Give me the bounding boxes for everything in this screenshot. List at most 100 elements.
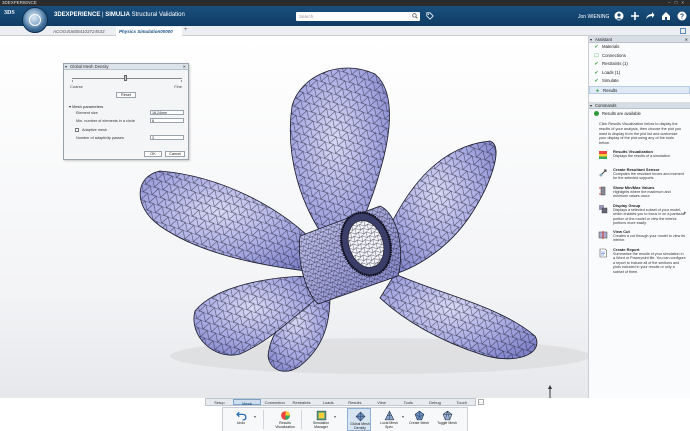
bottom-action-area: Setup Mesh Connection Restraints Loads R…: [0, 398, 690, 431]
action-bar: Undo ▾ Results Visualization Simulation …: [222, 407, 468, 431]
assistant-item-restraints[interactable]: ✔ Restraints (1): [589, 60, 690, 69]
app-title: 3DEXPERIENCE | SIMULIA Structural Valida…: [54, 12, 185, 18]
create-mesh-icon: [414, 410, 425, 421]
cmd-results-visualization[interactable]: Results Visualization Displays the resul…: [589, 148, 690, 166]
collapse-icon[interactable]: ▾: [590, 36, 592, 43]
results-visualization-button[interactable]: Results Visualization: [273, 408, 297, 431]
view-cut-icon: [598, 230, 608, 239]
cmd-create-report[interactable]: Create Report Summarize the results of y…: [589, 246, 690, 277]
blade-upper-left: [139, 170, 319, 273]
simulation-manager-button[interactable]: Simulation Manager: [309, 408, 333, 431]
axis-triad-icon[interactable]: [538, 378, 584, 398]
tab-tools[interactable]: Tools: [395, 399, 422, 405]
cmd-desc: Displays the results of a simulation.: [613, 153, 671, 158]
adaptive-mesh-checkbox[interactable]: [75, 128, 79, 132]
tab-debug[interactable]: Debug: [422, 399, 449, 405]
mesh-density-slider[interactable]: [72, 78, 182, 79]
assistant-item-label: Results: [603, 87, 618, 93]
adaptivity-passes-label: Number of adaptivity passes: [76, 136, 124, 140]
tab-setup[interactable]: Setup: [206, 399, 233, 405]
add-tab-button[interactable]: +: [184, 27, 188, 33]
create-mesh-button[interactable]: Create Mesh: [407, 408, 431, 431]
fine-label: Fine: [174, 84, 182, 89]
dialog-title: Global Mesh Density: [70, 64, 109, 69]
tab-document-1[interactable]: ACOG4U6084103724533: [50, 27, 114, 36]
assistant-item-simulate[interactable]: ✔ Simulate: [589, 77, 690, 86]
check-icon: ✔: [594, 78, 599, 84]
cmd-desc: Computes the resultant forces and moment…: [613, 171, 684, 181]
cmd-create-resultant-sensor[interactable]: Create Resultant Sensor Computes the res…: [589, 166, 690, 184]
tag-icon[interactable]: [426, 12, 434, 20]
results-available-status: Results are available: [589, 109, 690, 118]
coarse-label: Coarse: [70, 84, 83, 89]
close-icon[interactable]: ✕: [685, 36, 688, 43]
product-label: SIMULIA: [105, 12, 130, 18]
share-icon[interactable]: [645, 11, 655, 21]
toggle-mesh-button[interactable]: Toggle Mesh: [435, 408, 459, 431]
tab-touch[interactable]: Touch: [448, 399, 475, 405]
status-dot-icon: ●: [595, 87, 600, 94]
tab-physics-simulation[interactable]: Physics Simulation00000: [116, 27, 182, 36]
cmd-show-min-max[interactable]: Show Min/Max Values Highlights where the…: [589, 184, 690, 202]
search-input[interactable]: Search: [296, 12, 420, 21]
global-mesh-density-icon: [355, 411, 366, 422]
more-tabs-icon[interactable]: ⋯: [478, 399, 484, 405]
local-mesh-dropdown-icon[interactable]: ▾: [402, 414, 404, 419]
element-size-input[interactable]: 18.24mm: [150, 110, 184, 115]
user-name[interactable]: Jon WIENING: [578, 14, 609, 20]
tab-restraints[interactable]: Restraints: [288, 399, 315, 405]
close-icon[interactable]: ✕: [183, 64, 186, 70]
local-mesh-spec-icon: [384, 410, 395, 421]
home-icon[interactable]: [661, 11, 671, 21]
collapse-icon[interactable]: ▾: [65, 64, 67, 70]
undo-dropdown-icon[interactable]: ▾: [254, 414, 256, 419]
tab-view[interactable]: View: [368, 399, 395, 405]
collapse-icon[interactable]: ▾: [590, 102, 592, 109]
global-mesh-density-button[interactable]: Global Mesh Density: [347, 408, 371, 431]
assistant-item-loads[interactable]: ✔ Loads (1): [589, 69, 690, 78]
add-icon[interactable]: [630, 11, 640, 21]
dialog-title-bar[interactable]: ▾ Global Mesh Density ✕: [64, 64, 188, 70]
toggle-mesh-icon: [442, 410, 453, 421]
simulation-manager-dropdown-icon[interactable]: ▾: [334, 414, 336, 419]
tab-mesh[interactable]: Mesh: [232, 399, 262, 406]
commands-intro: Click Results Visualization below to dis…: [599, 122, 682, 146]
assistant-item-connections[interactable]: ☐ Connections: [589, 52, 690, 61]
expand-icon[interactable]: [680, 28, 686, 34]
local-mesh-spec-button[interactable]: Local Mesh Spec: [377, 408, 401, 431]
cmd-display-group[interactable]: Display Group Displays a selected subset…: [589, 202, 690, 228]
brand-label: 3DEXPERIENCE: [54, 12, 101, 18]
avatar-icon[interactable]: [614, 11, 624, 21]
help-icon[interactable]: ?: [677, 11, 687, 21]
tab-results[interactable]: Results: [342, 399, 369, 405]
slider-thumb[interactable]: [124, 75, 127, 81]
results-visualization-label: Results Visualization: [275, 421, 295, 429]
search-icon[interactable]: [412, 13, 418, 19]
results-available-text: Results are available: [602, 111, 641, 116]
os-title: 3DEXPERIENCE: [2, 0, 37, 5]
cmd-desc: Displays a selected subset of your model…: [613, 207, 686, 226]
simulation-manager-icon: [316, 410, 327, 421]
cancel-button[interactable]: Cancel: [165, 151, 185, 157]
reset-button[interactable]: Reset: [116, 92, 136, 98]
assistant-item-results[interactable]: ● Results: [589, 85, 690, 94]
document-tab-strip: ACOG4U6084103724533 Physics Simulation00…: [0, 26, 690, 36]
ok-button[interactable]: OK: [144, 151, 162, 157]
mesh-parameters-label[interactable]: ▾ Mesh parameters: [69, 104, 103, 109]
adaptivity-passes-input[interactable]: 3: [150, 135, 184, 140]
cmd-view-cut[interactable]: View Cut Creates a cut through your mode…: [589, 228, 690, 246]
compass-icon[interactable]: [22, 7, 48, 33]
min-elements-input[interactable]: 8: [150, 118, 184, 123]
tab-connection[interactable]: Connection: [261, 399, 288, 405]
slider-ticks: [72, 80, 182, 82]
undo-button[interactable]: Undo: [229, 408, 253, 431]
panel-toggle-icon[interactable]: ▸: [684, 210, 687, 216]
cmd-desc: Summarize the results of your simulation…: [613, 251, 686, 274]
app-top-bar: 3DS 3DEXPERIENCE | SIMULIA Structural Va…: [0, 6, 690, 33]
toggle-mesh-label: Toggle Mesh: [437, 421, 457, 425]
assistant-item-materials[interactable]: ✔ Materials: [589, 43, 690, 52]
tab-loads[interactable]: Loads: [315, 399, 342, 405]
assistant-header[interactable]: ▾ Assistant ✕: [589, 36, 690, 43]
cmd-desc: Creates a cut through your model to view…: [613, 233, 685, 243]
commands-header[interactable]: ▾ Commands: [589, 102, 690, 109]
